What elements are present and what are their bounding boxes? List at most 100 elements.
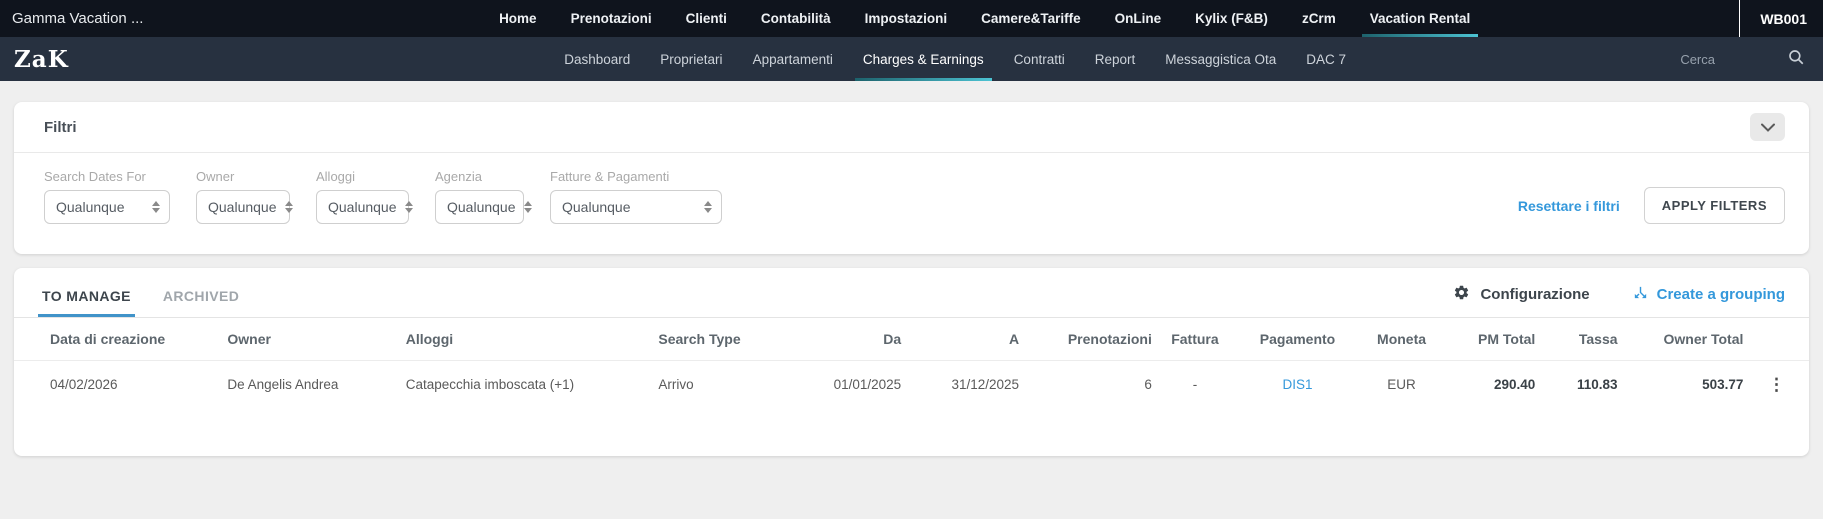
topnav-contabilita[interactable]: Contabilità bbox=[761, 0, 831, 37]
zak-sub-nav: ZaK Dashboard Proprietari Appartamenti C… bbox=[0, 37, 1823, 81]
split-arrows-icon bbox=[1632, 284, 1649, 305]
create-grouping-label: Create a grouping bbox=[1657, 286, 1785, 303]
agenzia-select[interactable]: Qualunque bbox=[435, 190, 524, 224]
select-value: Qualunque bbox=[447, 199, 516, 215]
cell-owner: De Angelis Andrea bbox=[227, 377, 405, 392]
collapse-filters-button[interactable] bbox=[1750, 113, 1785, 141]
subnav-proprietari[interactable]: Proprietari bbox=[660, 37, 722, 81]
topnav-prenotazioni[interactable]: Prenotazioni bbox=[571, 0, 652, 37]
cell-pm-total: 290.40 bbox=[1446, 377, 1535, 392]
cell-owner-total: 503.77 bbox=[1618, 377, 1744, 392]
filters-body: Search Dates For Qualunque Owner Qualunq… bbox=[14, 153, 1809, 254]
topnav-kylix[interactable]: Kylix (F&B) bbox=[1195, 0, 1268, 37]
select-arrows-icon bbox=[704, 201, 712, 213]
tab-archived[interactable]: ARCHIVED bbox=[159, 288, 243, 317]
create-grouping-button[interactable]: Create a grouping bbox=[1632, 284, 1785, 305]
cell-da: 01/01/2025 bbox=[787, 377, 901, 392]
cell-pagamento-link[interactable]: DIS1 bbox=[1238, 377, 1357, 392]
charges-table-panel: TO MANAGE ARCHIVED Configurazione Create bbox=[14, 268, 1809, 456]
subnav-charges-earnings[interactable]: Charges & Earnings bbox=[863, 37, 984, 81]
col-prenotazioni: Prenotazioni bbox=[1019, 331, 1152, 347]
select-value: Qualunque bbox=[56, 199, 125, 215]
select-value: Qualunque bbox=[562, 199, 631, 215]
col-owner: Owner bbox=[227, 331, 405, 347]
tabs-actions: Configurazione Create a grouping bbox=[1453, 284, 1785, 317]
property-name: Gamma Vacation ... bbox=[0, 0, 230, 37]
subnav-messaggistica-ota[interactable]: Messaggistica Ota bbox=[1165, 37, 1276, 81]
subnav-report[interactable]: Report bbox=[1095, 37, 1136, 81]
table-header-row: Data di creazione Owner Alloggi Search T… bbox=[14, 318, 1809, 361]
subnav-contratti[interactable]: Contratti bbox=[1014, 37, 1065, 81]
col-tassa: Tassa bbox=[1535, 331, 1617, 347]
search-area: Cerca bbox=[1680, 37, 1823, 81]
col-alloggi: Alloggi bbox=[406, 331, 659, 347]
tabs-row: TO MANAGE ARCHIVED Configurazione Create bbox=[14, 268, 1809, 318]
topnav-camere-tariffe[interactable]: Camere&Tariffe bbox=[981, 0, 1081, 37]
topnav-clienti[interactable]: Clienti bbox=[686, 0, 727, 37]
topnav-home[interactable]: Home bbox=[499, 0, 537, 37]
filter-fatture-pagamenti: Fatture & Pagamenti Qualunque bbox=[550, 169, 722, 224]
filter-agenzia: Agenzia Qualunque bbox=[435, 169, 524, 224]
topnav-vacation-rental[interactable]: Vacation Rental bbox=[1370, 0, 1471, 37]
search-dates-for-select[interactable]: Qualunque bbox=[44, 190, 170, 224]
cell-a: 31/12/2025 bbox=[901, 377, 1019, 392]
col-owner-total: Owner Total bbox=[1618, 331, 1744, 347]
top-navigation: Home Prenotazioni Clienti Contabilità Im… bbox=[230, 0, 1739, 37]
select-arrows-icon bbox=[285, 201, 293, 213]
select-value: Qualunque bbox=[208, 199, 277, 215]
row-menu-icon[interactable]: ⋮ bbox=[1768, 375, 1785, 394]
top-bar: Gamma Vacation ... Home Prenotazioni Cli… bbox=[0, 0, 1823, 37]
owner-select[interactable]: Qualunque bbox=[196, 190, 290, 224]
col-moneta: Moneta bbox=[1357, 331, 1446, 347]
zak-logo: ZaK bbox=[0, 37, 230, 81]
cell-fattura: - bbox=[1152, 377, 1238, 392]
fatture-pagamenti-select[interactable]: Qualunque bbox=[550, 190, 722, 224]
col-fattura: Fattura bbox=[1152, 331, 1238, 347]
select-arrows-icon bbox=[405, 201, 413, 213]
subnav-dashboard[interactable]: Dashboard bbox=[564, 37, 630, 81]
select-value: Qualunque bbox=[328, 199, 397, 215]
apply-filters-button[interactable]: APPLY FILTERS bbox=[1644, 187, 1785, 224]
configuration-label: Configurazione bbox=[1480, 286, 1589, 303]
filter-alloggi: Alloggi Qualunque bbox=[316, 169, 409, 224]
zak-navigation: Dashboard Proprietari Appartamenti Charg… bbox=[230, 37, 1680, 81]
subnav-dac7[interactable]: DAC 7 bbox=[1306, 37, 1346, 81]
chevron-down-icon bbox=[1761, 120, 1775, 135]
table-row: 04/02/2026 De Angelis Andrea Catapecchia… bbox=[14, 361, 1809, 408]
filter-search-dates-for: Search Dates For Qualunque bbox=[44, 169, 170, 224]
filters-title: Filtri bbox=[44, 119, 77, 136]
select-arrows-icon bbox=[152, 201, 160, 213]
col-a: A bbox=[901, 331, 1019, 347]
topnav-zcrm[interactable]: zCrm bbox=[1302, 0, 1336, 37]
configuration-button[interactable]: Configurazione bbox=[1453, 284, 1589, 305]
filter-owner: Owner Qualunque bbox=[196, 169, 290, 224]
tab-to-manage[interactable]: TO MANAGE bbox=[38, 288, 135, 317]
topnav-impostazioni[interactable]: Impostazioni bbox=[865, 0, 948, 37]
col-search-type: Search Type bbox=[658, 331, 787, 347]
search-icon[interactable] bbox=[1787, 48, 1805, 71]
alloggi-select[interactable]: Qualunque bbox=[316, 190, 409, 224]
cell-tassa: 110.83 bbox=[1535, 377, 1617, 392]
cell-data-di-creazione: 04/02/2026 bbox=[50, 377, 227, 392]
filter-label: Owner bbox=[196, 169, 290, 184]
reset-filters-link[interactable]: Resettare i filtri bbox=[1518, 198, 1620, 214]
col-data-di-creazione: Data di creazione bbox=[50, 331, 227, 347]
account-code: WB001 bbox=[1739, 0, 1823, 37]
tabs: TO MANAGE ARCHIVED bbox=[38, 288, 243, 317]
col-da: Da bbox=[787, 331, 901, 347]
filter-label: Agenzia bbox=[435, 169, 524, 184]
gear-icon bbox=[1453, 284, 1470, 305]
filter-label: Fatture & Pagamenti bbox=[550, 169, 722, 184]
cell-moneta: EUR bbox=[1357, 377, 1446, 392]
cell-alloggi: Catapecchia imboscata (+1) bbox=[406, 377, 659, 392]
filter-label: Alloggi bbox=[316, 169, 409, 184]
col-pagamento: Pagamento bbox=[1238, 331, 1357, 347]
filter-fields: Search Dates For Qualunque Owner Qualunq… bbox=[44, 169, 722, 224]
col-pm-total: PM Total bbox=[1446, 331, 1535, 347]
topnav-online[interactable]: OnLine bbox=[1115, 0, 1162, 37]
select-arrows-icon bbox=[524, 201, 532, 213]
search-label[interactable]: Cerca bbox=[1680, 52, 1715, 67]
subnav-appartamenti[interactable]: Appartamenti bbox=[753, 37, 833, 81]
filters-actions: Resettare i filtri APPLY FILTERS bbox=[1518, 187, 1785, 224]
cell-prenotazioni: 6 bbox=[1019, 377, 1152, 392]
